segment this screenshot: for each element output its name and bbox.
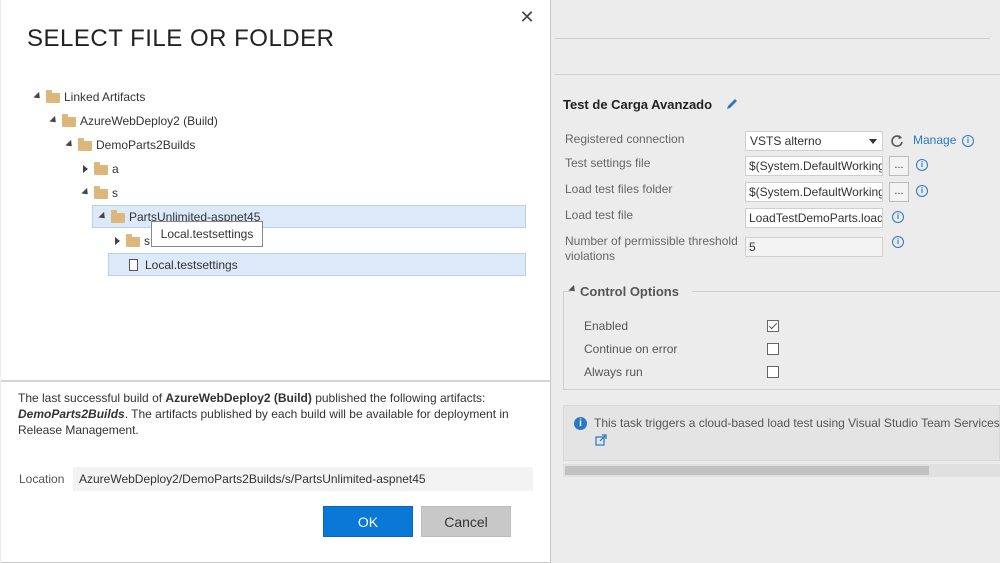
browse-button[interactable]: ... bbox=[889, 182, 909, 202]
tree-item-label: DemoParts2Builds bbox=[96, 138, 196, 152]
continue-on-error-label: Continue on error bbox=[584, 342, 678, 356]
settings-file-input[interactable]: $(System.DefaultWorkingDirectory) bbox=[745, 156, 883, 176]
divider bbox=[555, 38, 990, 39]
expand-icon[interactable] bbox=[98, 211, 108, 222]
info-icon: i bbox=[574, 417, 587, 430]
info-icon[interactable]: i bbox=[892, 211, 904, 223]
load-test-file-label: Load test file bbox=[565, 208, 634, 222]
tree-item-label: Local.testsettings bbox=[145, 258, 238, 272]
expand-icon[interactable] bbox=[83, 165, 88, 173]
expand-icon[interactable] bbox=[65, 139, 75, 150]
load-test-file-input[interactable]: LoadTestDemoParts.loadtest bbox=[745, 208, 883, 228]
info-text-part: published the following artifacts: bbox=[311, 391, 486, 405]
load-test-folder-input[interactable]: $(System.DefaultWorkingDirectory) bbox=[745, 182, 883, 202]
expand-icon[interactable] bbox=[81, 187, 91, 198]
tree-item-a[interactable]: a bbox=[82, 158, 182, 180]
connection-select[interactable]: VSTS alterno bbox=[745, 131, 883, 151]
artifact-name: DemoParts2Builds bbox=[18, 407, 125, 421]
folder-icon bbox=[46, 90, 60, 103]
location-field[interactable]: AzureWebDeploy2/DemoParts2Builds/s/Parts… bbox=[73, 467, 533, 491]
connection-value: VSTS alterno bbox=[750, 134, 822, 148]
location-label: Location bbox=[19, 472, 65, 486]
folder-icon bbox=[126, 234, 140, 247]
chevron-down-icon bbox=[869, 139, 877, 144]
ok-button[interactable]: OK bbox=[323, 506, 413, 537]
artifact-info-text: The last successful build of AzureWebDep… bbox=[18, 390, 533, 438]
tree-item-label: Linked Artifacts bbox=[64, 90, 146, 104]
expand-icon[interactable] bbox=[33, 91, 43, 102]
tree-item-file[interactable]: Local.testsettings bbox=[108, 253, 526, 276]
folder-icon bbox=[62, 114, 76, 127]
task-title: Test de Carga Avanzado bbox=[563, 97, 713, 112]
divider bbox=[563, 389, 1000, 390]
manage-link[interactable]: Manage bbox=[913, 133, 956, 147]
divider bbox=[1, 380, 550, 382]
refresh-icon[interactable] bbox=[890, 134, 904, 148]
control-options-title[interactable]: Control Options bbox=[580, 284, 679, 299]
close-icon[interactable]: ✕ bbox=[519, 8, 535, 26]
file-icon bbox=[129, 259, 138, 271]
always-run-checkbox[interactable] bbox=[767, 366, 779, 378]
threshold-label: Number of permissible threshold violatio… bbox=[565, 234, 738, 263]
enabled-label: Enabled bbox=[584, 319, 629, 333]
settings-file-label: Test settings file bbox=[565, 156, 651, 170]
folder-icon bbox=[94, 162, 108, 175]
browse-button[interactable]: ... bbox=[889, 156, 909, 176]
info-icon[interactable]: i bbox=[916, 159, 928, 171]
tree-item-label: AzureWebDeploy2 (Build) bbox=[80, 114, 218, 128]
collapse-icon[interactable] bbox=[568, 284, 578, 295]
folder-icon bbox=[78, 138, 92, 151]
folder-icon bbox=[94, 186, 108, 199]
expand-icon[interactable] bbox=[49, 115, 59, 126]
tree-item-demoparts[interactable]: DemoParts2Builds bbox=[65, 134, 266, 156]
divider bbox=[692, 291, 1000, 292]
select-file-dialog: SELECT FILE OR FOLDER ✕ Linked Artifacts… bbox=[1, 0, 551, 563]
horizontal-scrollbar[interactable] bbox=[563, 464, 1000, 477]
info-icon[interactable]: i bbox=[962, 135, 974, 147]
tree-item-label: s bbox=[112, 186, 118, 200]
build-name: AzureWebDeploy2 (Build) bbox=[165, 391, 312, 405]
folder-icon bbox=[111, 210, 125, 223]
load-test-folder-label: Load test files folder bbox=[565, 182, 673, 196]
tooltip: Local.testsettings bbox=[151, 221, 263, 247]
info-icon[interactable]: i bbox=[916, 185, 928, 197]
notice-box bbox=[563, 405, 1000, 461]
tree-item-label: a bbox=[112, 162, 119, 176]
scrollbar-thumb[interactable] bbox=[565, 466, 929, 475]
edit-pencil-icon[interactable] bbox=[724, 96, 740, 112]
divider bbox=[563, 291, 564, 389]
divider bbox=[555, 74, 1000, 75]
always-run-label: Always run bbox=[584, 365, 643, 379]
tree-item-label: s bbox=[144, 234, 150, 248]
continue-on-error-checkbox[interactable] bbox=[767, 343, 779, 355]
notice-text: This task triggers a cloud-based load te… bbox=[594, 416, 1000, 430]
expand-icon[interactable] bbox=[115, 237, 120, 245]
enabled-checkbox[interactable] bbox=[767, 320, 779, 332]
info-icon[interactable]: i bbox=[892, 236, 904, 248]
connection-label: Registered connection bbox=[565, 132, 685, 146]
external-link-icon[interactable] bbox=[595, 434, 607, 446]
tree-item-build[interactable]: AzureWebDeploy2 (Build) bbox=[49, 110, 300, 132]
info-text-part: The last successful build of bbox=[18, 391, 166, 405]
tree-item-linked-artifacts[interactable]: Linked Artifacts bbox=[33, 86, 234, 108]
cancel-button[interactable]: Cancel bbox=[421, 506, 511, 537]
threshold-input[interactable]: 5 bbox=[745, 237, 883, 257]
tree-item-s[interactable]: s bbox=[81, 182, 182, 204]
dialog-title: SELECT FILE OR FOLDER bbox=[27, 25, 335, 52]
